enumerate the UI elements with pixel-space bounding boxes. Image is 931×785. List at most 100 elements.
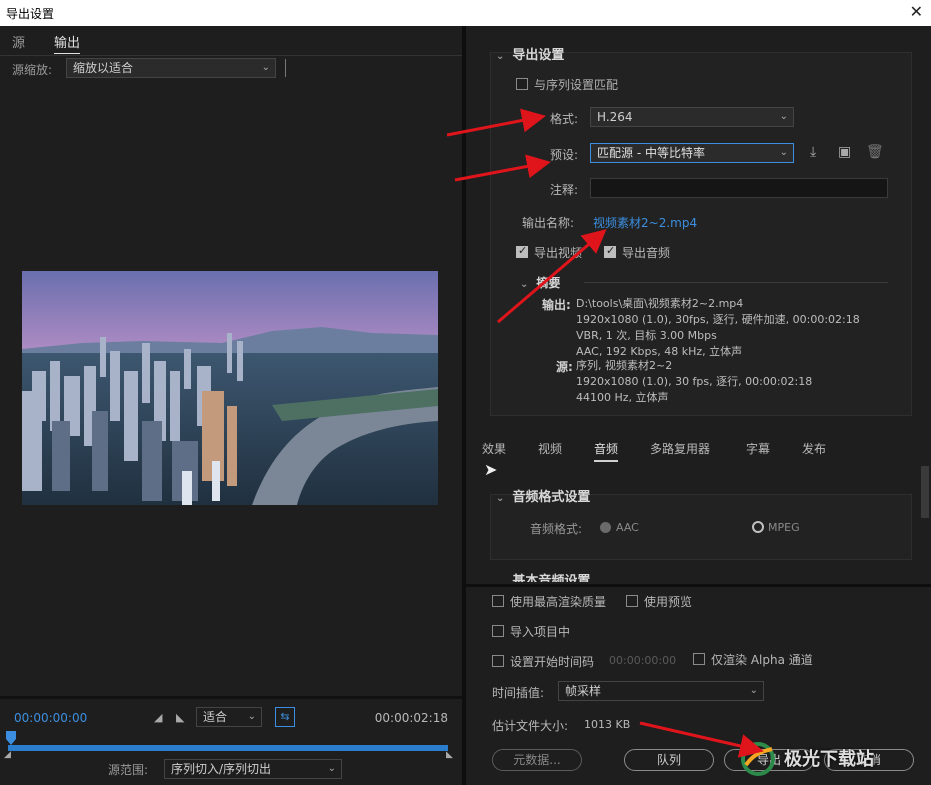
file-size-value: 1013 KB	[584, 718, 631, 731]
import-project-checkbox[interactable]	[492, 625, 504, 637]
source-zoom-select[interactable]: 缩放以适合 ⌄	[66, 58, 276, 78]
mark-in-icon[interactable]: ◢	[154, 711, 162, 724]
title-bar: 导出设置 ✕	[0, 0, 931, 26]
export-audio-checkbox[interactable]	[604, 244, 616, 258]
timeline-bar: 00:00:00:00 ◢ ◣ 适合 ⌄ ⇆ 00:00:02:18 ◢ ◣ 源…	[0, 696, 462, 785]
format-value: H.264	[597, 110, 633, 124]
timeline-track[interactable]	[8, 745, 448, 751]
start-timecode-checkbox[interactable]	[492, 655, 504, 667]
use-preview-checkbox[interactable]	[626, 595, 638, 607]
preset-label: 预设:	[550, 148, 579, 162]
source-summary: 序列, 视频素材2~2 1920x1080 (1.0), 30 fps, 逐行,…	[576, 358, 812, 406]
settings-tabs: 效果 视频 音频 多路复用器 字幕 发布	[466, 436, 931, 462]
in-point-icon[interactable]: ◢	[4, 750, 11, 760]
max-quality-checkbox[interactable]	[492, 595, 504, 607]
tab-audio[interactable]: 音频	[594, 440, 619, 462]
chevron-down-icon: ⌄	[749, 685, 758, 696]
interp-label: 时间插值:	[492, 686, 545, 700]
basic-audio-title: 基本音频设置	[512, 574, 591, 582]
comment-label: 注释:	[550, 183, 579, 197]
chevron-down-icon: ⌄	[327, 763, 336, 774]
source-zoom-value: 缩放以适合	[73, 61, 134, 75]
match-sequence-label: 与序列设置匹配	[534, 78, 619, 92]
scrollbar-thumb[interactable]	[921, 466, 929, 518]
aspect-toggle-icon[interactable]: ⇆	[275, 707, 295, 727]
metadata-button[interactable]: 元数据...	[492, 749, 582, 771]
source-range-value: 序列切入/序列切出	[171, 762, 272, 776]
output-name-link[interactable]: 视频素材2~2.mp4	[593, 214, 697, 231]
interp-select[interactable]: 帧采样 ⌄	[558, 681, 764, 701]
output-summary: D:\tools\桌面\视频素材2~2.mp4 1920x1080 (1.0),…	[576, 296, 860, 360]
tab-multiplexer[interactable]: 多路复用器	[650, 440, 710, 457]
scroll-track	[921, 26, 929, 406]
preset-select[interactable]: 匹配源 - 中等比特率 ⌄	[590, 143, 794, 163]
file-size-label: 估计文件大小:	[492, 719, 569, 733]
output-line: 1920x1080 (1.0), 30fps, 逐行, 硬件加速, 00:00:…	[576, 313, 860, 326]
alpha-only-checkbox[interactable]	[693, 653, 705, 665]
fit-select[interactable]: 适合 ⌄	[196, 707, 262, 727]
use-preview-label: 使用预览	[644, 595, 693, 609]
chevron-down-icon: ⌄	[779, 147, 788, 158]
mpeg-radio[interactable]	[752, 521, 764, 533]
fit-select-value: 适合	[203, 710, 228, 724]
tab-output[interactable]: 输出	[54, 32, 81, 54]
right-pane: ⌄ 导出设置 与序列设置匹配 格式: H.264 ⌄ 预设: 匹配源 - 中等比特…	[466, 26, 931, 785]
import-preset-icon[interactable]: ▣	[838, 144, 851, 160]
source-range-select[interactable]: 序列切入/序列切出 ⌄	[164, 759, 342, 779]
comment-input[interactable]	[590, 178, 888, 198]
left-pane: 源 输出 源缩放: 缩放以适合 ⌄ 00:00:00:00 ◢ ◣ 适合 ⌄ ⇆…	[0, 26, 462, 785]
output-summary-label: 输出:	[542, 298, 571, 312]
out-point-icon[interactable]: ◣	[446, 750, 453, 760]
chevron-down-icon: ⌄	[496, 577, 504, 582]
audio-format-title: 音频格式设置	[512, 490, 591, 505]
window-title: 导出设置	[6, 7, 55, 21]
format-label: 格式:	[550, 112, 579, 126]
chevron-down-icon: ⌄	[779, 111, 788, 122]
preset-value: 匹配源 - 中等比特率	[597, 146, 705, 160]
basic-audio-header[interactable]: ⌄ 基本音频设置	[496, 570, 590, 582]
match-sequence-checkbox[interactable]	[516, 78, 528, 90]
source-output-tabs: 源 输出	[0, 30, 462, 54]
output-line: D:\tools\桌面\视频素材2~2.mp4	[576, 297, 744, 310]
zoom-divider	[285, 59, 286, 77]
audio-format-label: 音频格式:	[530, 522, 583, 536]
tab-source[interactable]: 源	[12, 32, 25, 51]
aac-label: AAC	[616, 521, 639, 534]
tab-publish[interactable]: 发布	[802, 440, 826, 457]
export-settings-panel: ⌄ 导出设置 与序列设置匹配 格式: H.264 ⌄ 预设: 匹配源 - 中等比特…	[466, 26, 931, 432]
playhead-icon[interactable]	[6, 731, 16, 745]
mpeg-label: MPEG	[768, 521, 800, 534]
video-preview	[22, 271, 438, 505]
delete-preset-icon[interactable]: 🗑	[866, 144, 884, 160]
start-timecode-label: 设置开始时间码	[510, 655, 595, 669]
chevron-down-icon: ⌄	[496, 51, 505, 62]
close-icon[interactable]: ✕	[910, 2, 923, 21]
aac-radio[interactable]	[600, 522, 611, 533]
save-preset-icon[interactable]: ⤓	[810, 144, 816, 160]
import-project-label: 导入项目中	[510, 625, 571, 639]
chevron-down-icon: ⌄	[496, 493, 505, 504]
chevron-down-icon: ⌄	[261, 62, 270, 73]
watermark: 极光下载站	[740, 739, 920, 779]
export-settings-header[interactable]: ⌄ 导出设置	[496, 44, 564, 63]
format-select[interactable]: H.264 ⌄	[590, 107, 794, 127]
current-timecode[interactable]: 00:00:00:00	[14, 711, 87, 725]
audio-format-header[interactable]: ⌄ 音频格式设置	[496, 486, 590, 505]
source-range-label: 源范围:	[108, 763, 149, 777]
summary-header[interactable]: ⌄ 摘要	[520, 274, 560, 291]
source-line: 1920x1080 (1.0), 30 fps, 逐行, 00:00:02:18	[576, 375, 813, 388]
summary-title: 摘要	[536, 276, 561, 290]
output-line: VBR, 1 次, 目标 3.00 Mbps	[576, 329, 717, 342]
summary-rule	[584, 282, 888, 283]
queue-button[interactable]: 队列	[624, 749, 714, 771]
chevron-down-icon: ⌄	[520, 279, 529, 290]
tab-captions[interactable]: 字幕	[746, 440, 770, 457]
start-timecode-value: 00:00:00:00	[609, 654, 677, 667]
export-video-label: 导出视频	[534, 246, 583, 260]
interp-value: 帧采样	[565, 684, 602, 698]
mark-out-icon[interactable]: ◣	[176, 711, 184, 724]
output-name-label: 输出名称:	[522, 216, 575, 230]
tab-effects[interactable]: 效果	[482, 440, 506, 457]
tab-video[interactable]: 视频	[538, 440, 562, 457]
export-video-checkbox[interactable]	[516, 244, 528, 258]
